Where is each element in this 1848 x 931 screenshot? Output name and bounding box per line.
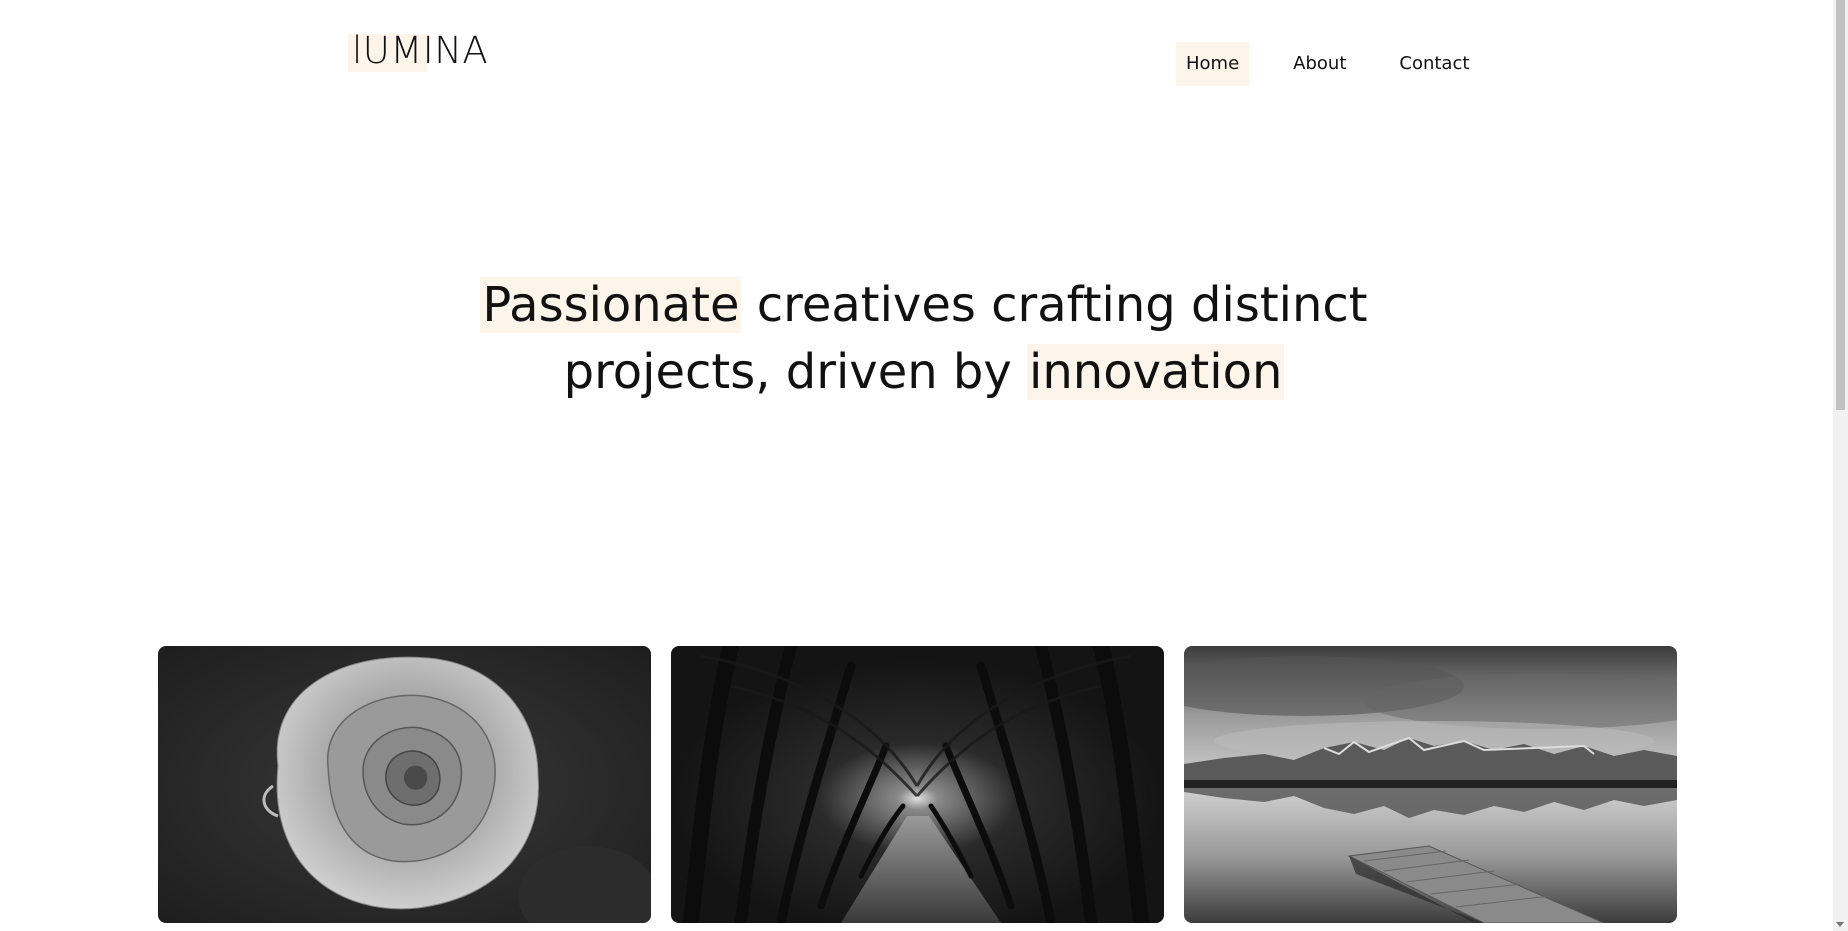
hero-line2-text: projects, driven by [563, 344, 1028, 400]
nav-about-link[interactable]: About [1283, 42, 1356, 86]
hero-line1-text: creatives crafting distinct [741, 277, 1368, 333]
hero-highlight-passionate: Passionate [480, 277, 742, 333]
hero-highlight-innovation: innovation [1027, 344, 1285, 400]
logo-text: lUMINA [352, 28, 489, 72]
page: lUMINA Home About Contact Passionate cre… [0, 0, 1848, 931]
gallery-card-lake[interactable] [1184, 646, 1677, 923]
scroll-down-arrow-icon[interactable] [1836, 922, 1844, 927]
hero-heading: Passionate creatives crafting distinct p… [0, 272, 1848, 406]
gallery-card-forest[interactable] [671, 646, 1164, 923]
main-nav: Home About Contact [1176, 42, 1479, 86]
nav-home-link[interactable]: Home [1176, 42, 1250, 86]
page-scrollbar[interactable] [1833, 0, 1848, 931]
rose-image [158, 646, 651, 923]
nav-contact-link[interactable]: Contact [1389, 42, 1479, 86]
mountain-lake-image [1184, 646, 1677, 923]
gallery-card-rose[interactable] [158, 646, 651, 923]
image-gallery [158, 646, 1677, 923]
scrollbar-thumb[interactable] [1836, 0, 1845, 410]
forest-path-image [671, 646, 1164, 923]
site-logo[interactable]: lUMINA [348, 28, 488, 72]
